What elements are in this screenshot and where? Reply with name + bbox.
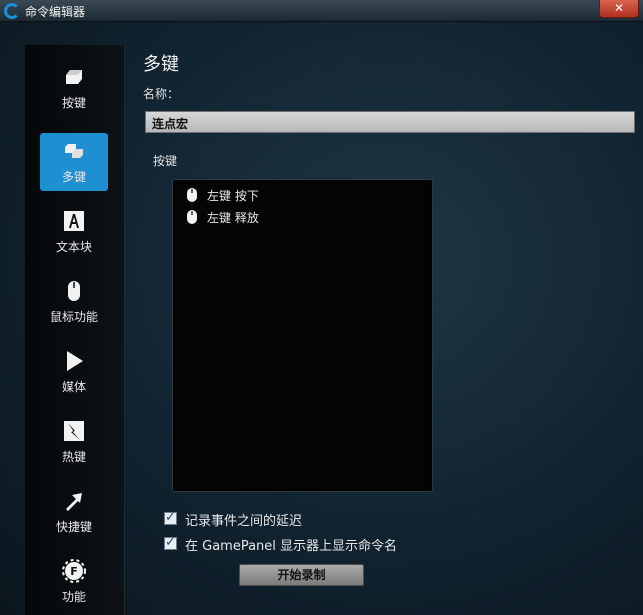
mouse-icon — [68, 281, 80, 301]
sidebar-item-keystroke[interactable]: 按键 — [40, 59, 108, 117]
mouse-icon — [187, 188, 197, 202]
sidebar-item-label: 文本块 — [55, 240, 92, 254]
gamepanel-display-checkbox[interactable] — [164, 535, 177, 550]
hotkey-icon — [64, 421, 84, 441]
record-delays-label: 记录事件之间的延迟 — [185, 514, 303, 529]
play-icon — [67, 351, 83, 371]
key-event-text: 左键 按下 — [207, 189, 259, 203]
page-title: 多键 — [143, 54, 179, 75]
sidebar-item-multikey[interactable]: 多键 — [40, 133, 108, 191]
sidebar-item-function[interactable]: F 功能 — [40, 553, 108, 611]
sidebar-item-label: 多键 — [61, 170, 86, 184]
title-bar: 命令编辑器 ✕ — [0, 0, 643, 22]
text-block-icon — [64, 211, 84, 231]
window-title: 命令编辑器 — [25, 5, 86, 19]
record-delays-checkbox[interactable] — [164, 510, 177, 525]
mouse-icon — [187, 210, 197, 224]
close-button[interactable]: ✕ — [599, 0, 639, 18]
key-event-text: 左键 释放 — [207, 211, 259, 225]
name-field[interactable]: 连点宏 — [145, 111, 635, 133]
start-recording-button[interactable]: 开始录制 — [239, 564, 364, 586]
sidebar-item-label: 按键 — [61, 96, 86, 110]
sidebar-item-label: 媒体 — [61, 380, 86, 394]
key-events-list[interactable]: 左键 按下 左键 释放 — [172, 179, 433, 492]
keycap-icon — [66, 70, 82, 84]
svg-text:F: F — [70, 565, 78, 578]
sidebar-item-shortcut[interactable]: 快捷键 — [40, 483, 108, 541]
shortcut-arrow-icon — [66, 493, 82, 511]
name-label: 名称： — [143, 87, 180, 101]
sidebar-item-hotkey[interactable]: 热键 — [40, 413, 108, 471]
logitech-logo-icon — [4, 3, 20, 19]
sidebar-item-label: 鼠标功能 — [49, 310, 98, 324]
sidebar-item-text-block[interactable]: 文本块 — [40, 203, 108, 261]
sidebar-item-label: 快捷键 — [55, 520, 92, 534]
function-gear-icon: F — [62, 559, 86, 583]
command-type-sidebar: 按键 多键 文本块 鼠标功能 媒体 热键 快捷键 F 功能 — [25, 45, 125, 615]
gamepanel-display-label: 在 GamePanel 显示器上显示命令名 — [185, 539, 398, 554]
sidebar-item-mouse-function[interactable]: 鼠标功能 — [40, 273, 108, 331]
keys-label: 按键 — [153, 154, 178, 168]
sidebar-item-media[interactable]: 媒体 — [40, 343, 108, 401]
multi-key-icon — [65, 144, 83, 158]
sidebar-item-label: 热键 — [61, 450, 86, 464]
sidebar-item-label: 功能 — [61, 590, 86, 604]
